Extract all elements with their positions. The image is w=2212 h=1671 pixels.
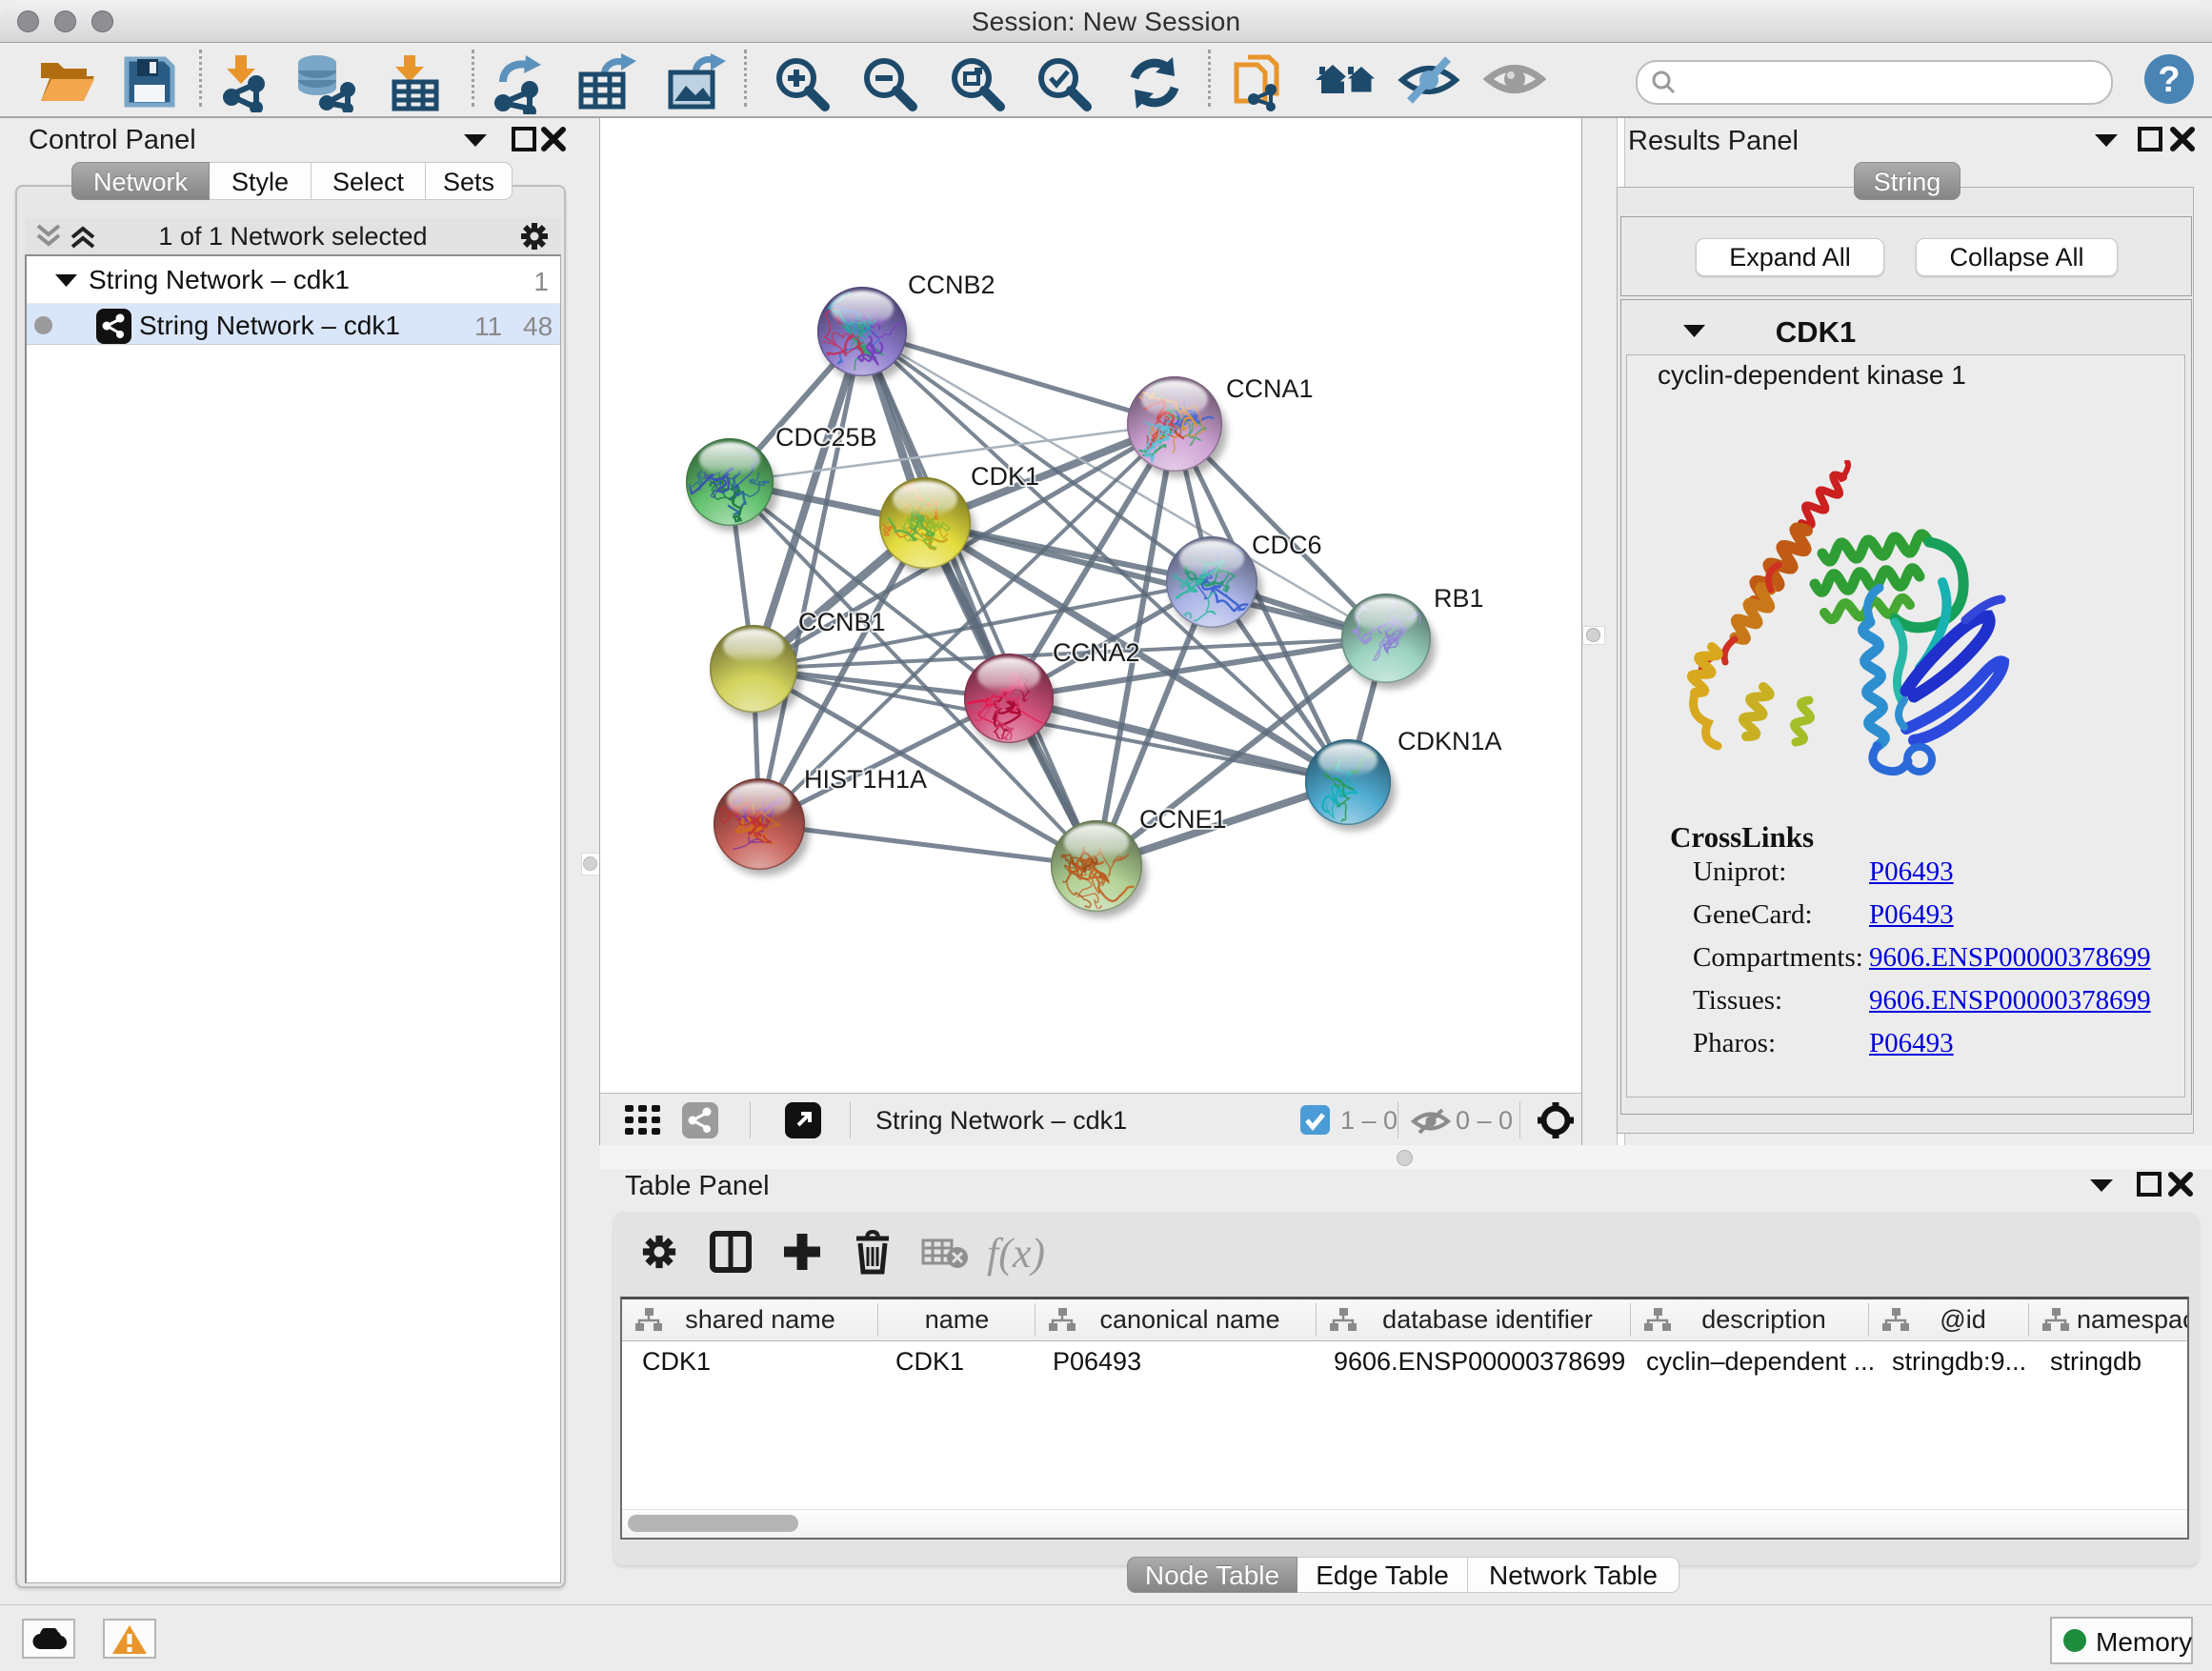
svg-text:RB1: RB1	[1434, 584, 1484, 613]
svg-text:CDK1: CDK1	[971, 462, 1039, 491]
svg-text:CCNE1: CCNE1	[1139, 805, 1227, 834]
svg-text:CCNB1: CCNB1	[798, 608, 886, 636]
svg-text:CDC25B: CDC25B	[775, 423, 877, 452]
svg-text:CCNB2: CCNB2	[908, 271, 995, 299]
svg-text:CDC6: CDC6	[1252, 531, 1322, 559]
svg-text:?: ?	[2158, 60, 2180, 100]
svg-text:CDKN1A: CDKN1A	[1398, 727, 1502, 755]
svg-text:CCNA2: CCNA2	[1053, 638, 1140, 667]
svg-text:HIST1H1A: HIST1H1A	[804, 765, 927, 794]
svg-text:CCNA1: CCNA1	[1226, 374, 1314, 403]
